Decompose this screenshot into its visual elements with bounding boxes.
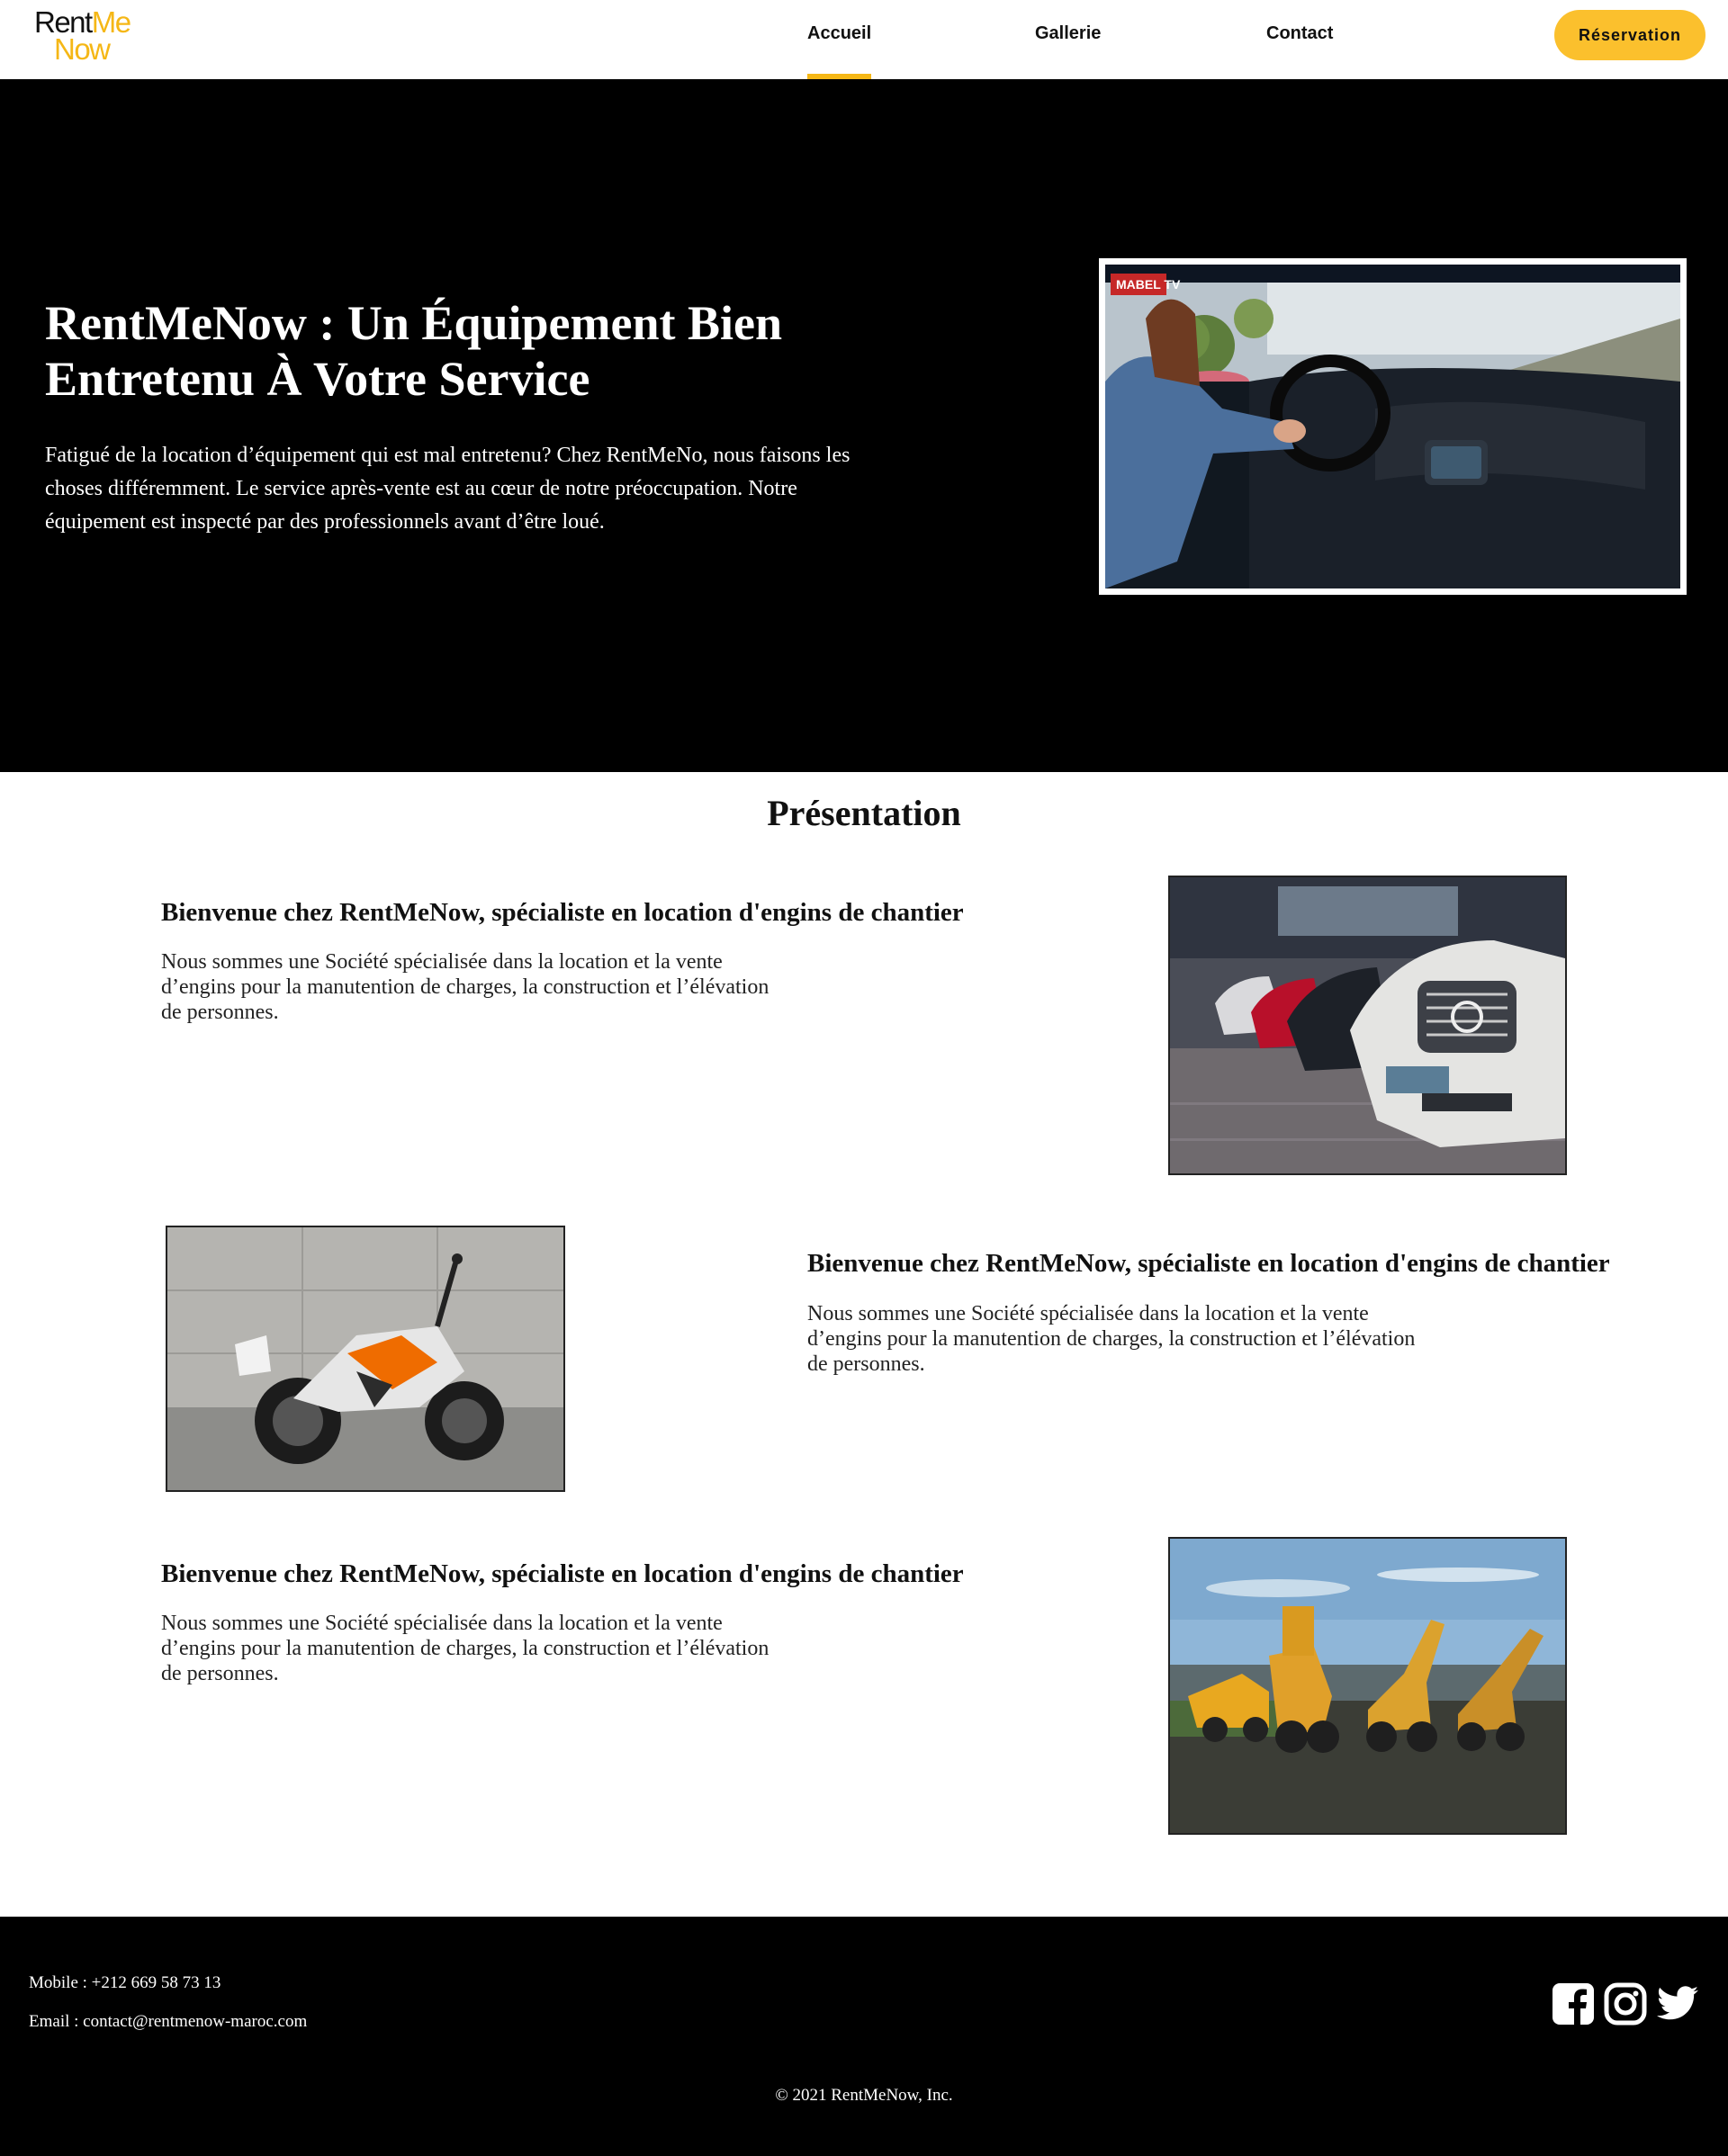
hero-section: RentMeNow : Un Équipement Bien Entretenu… <box>0 79 1728 772</box>
presentation-title: Présentation <box>767 793 961 833</box>
facebook-icon[interactable] <box>1551 1981 1596 2026</box>
instagram-glyph <box>1604 1982 1647 2026</box>
feature-title-2: Bienvenue chez RentMeNow, spécialiste en… <box>807 1249 1610 1278</box>
footer-email[interactable]: Email : contact@rentmenow-maroc.com <box>29 2012 307 2032</box>
rentmenow-logo[interactable]: RentMe Now <box>34 7 131 66</box>
feature-title-1: Bienvenue chez RentMeNow, spécialiste en… <box>161 898 964 927</box>
hero-description: Fatigué de la location d’équipement qui … <box>45 444 850 534</box>
footer-mobile: Mobile : +212 669 58 73 13 <box>29 1973 221 1992</box>
logo-now: Now <box>54 32 111 66</box>
motorcycle-photo <box>166 1226 565 1492</box>
nav-gallerie[interactable]: Gallerie <box>1035 23 1101 44</box>
parked-cars-photo <box>1168 876 1567 1175</box>
hero-title: RentMeNow : Un Équipement Bien Entretenu… <box>45 296 782 406</box>
nav-accueil[interactable]: Accueil <box>807 23 872 79</box>
twitter-icon[interactable] <box>1655 1981 1700 2026</box>
twitter-glyph <box>1657 1986 1698 2020</box>
instagram-icon[interactable] <box>1603 1981 1648 2026</box>
feature-text-2: Nous sommes une Société spécialisée dans… <box>807 1302 1416 1376</box>
nav-contact[interactable]: Contact <box>1266 23 1333 44</box>
hero-video[interactable]: MABEL TV <box>1099 258 1687 595</box>
parked-cars-illustration <box>1170 877 1565 1173</box>
site-footer: Mobile : +212 669 58 73 13 Email : conta… <box>0 1917 1728 2156</box>
car-driving-video-frame: MABEL TV <box>1105 265 1680 588</box>
feature-title-3: Bienvenue chez RentMeNow, spécialiste en… <box>161 1559 964 1588</box>
construction-machines-illustration <box>1170 1539 1565 1833</box>
construction-machines-photo <box>1168 1537 1567 1835</box>
footer-copyright: © 2021 RentMeNow, Inc. <box>775 2086 953 2105</box>
feature-text-1: Nous sommes une Société spécialisée dans… <box>161 950 770 1024</box>
top-navigation: RentMe Now Accueil Gallerie Contact Rése… <box>0 0 1728 79</box>
facebook-glyph <box>1552 1983 1594 2025</box>
reservation-button[interactable]: Réservation <box>1554 10 1706 60</box>
motorcycle-illustration <box>167 1227 563 1490</box>
video-brand-watermark: MABEL TV <box>1116 277 1181 292</box>
feature-text-3: Nous sommes une Société spécialisée dans… <box>161 1612 770 1685</box>
